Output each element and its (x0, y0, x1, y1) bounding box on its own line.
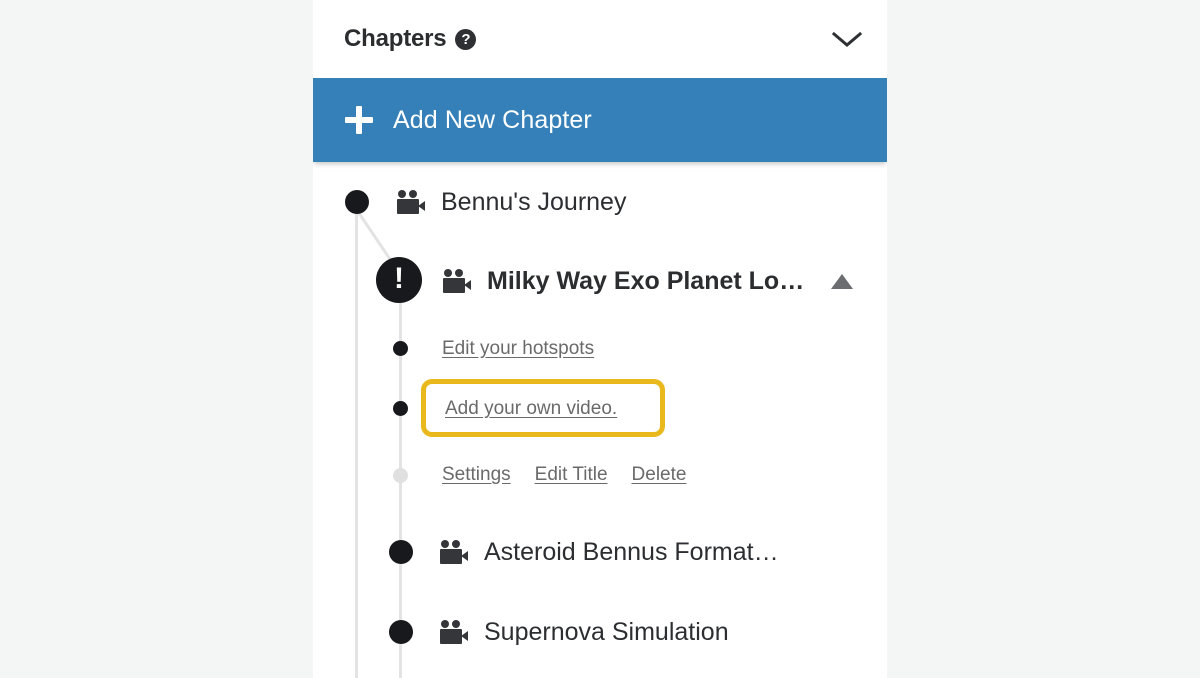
video-camera-icon (440, 620, 469, 644)
plus-icon (345, 106, 373, 134)
chapter-row-supernova-simulation[interactable]: Supernova Simulation (440, 617, 729, 646)
chapter-title: Asteroid Bennus Format… (484, 537, 779, 566)
settings-link[interactable]: Settings (442, 464, 511, 486)
chapter-marker-dot[interactable] (389, 620, 413, 644)
page-title: Chapters (344, 25, 447, 52)
sub-link-marker-dot (393, 341, 408, 356)
sub-link-label: Add your own video. (445, 398, 618, 419)
sub-link-add-your-own-video[interactable]: Add your own video. (445, 397, 617, 421)
sub-link-label: Edit your hotspots (442, 338, 595, 359)
chapters-panel: Chapters ? Add New Chapter Bennu's Journ… (313, 0, 887, 678)
panel-header-title-group: Chapters ? (344, 25, 477, 53)
panel-header: Chapters ? (313, 0, 887, 78)
chapter-title: Milky Way Exo Planet Lo… (487, 266, 805, 295)
chapter-tree: Bennu's Journey ! Milky Way Exo Planet L… (313, 162, 887, 678)
video-camera-icon (443, 269, 472, 293)
edit-title-link[interactable]: Edit Title (535, 464, 608, 486)
video-camera-icon (440, 540, 469, 564)
triangle-up-icon[interactable] (831, 274, 853, 289)
chapter-marker-dot[interactable] (345, 190, 369, 214)
chapter-row-asteroid-bennus[interactable]: Asteroid Bennus Format… (440, 537, 779, 566)
exclamation-icon: ! (394, 261, 404, 295)
add-new-chapter-button[interactable]: Add New Chapter (313, 78, 887, 162)
video-camera-icon (397, 190, 426, 214)
chapter-title: Bennu's Journey (441, 187, 627, 216)
sub-link-marker-dot (393, 401, 408, 416)
delete-link[interactable]: Delete (632, 464, 687, 486)
question-mark-icon[interactable]: ? (455, 28, 477, 50)
chapter-row-milky-way[interactable]: Milky Way Exo Planet Lo… (443, 266, 805, 295)
chapter-marker-dot[interactable] (389, 540, 413, 564)
chapter-alert-badge[interactable]: ! (376, 257, 422, 303)
sub-link-edit-hotspots[interactable]: Edit your hotspots (442, 337, 594, 361)
chapter-title: Supernova Simulation (484, 617, 729, 646)
chapter-action-links: Settings Edit Title Delete (442, 463, 686, 487)
add-new-chapter-label: Add New Chapter (393, 105, 592, 134)
action-row-marker-dot (393, 468, 408, 483)
chapter-row-bennus-journey[interactable]: Bennu's Journey (397, 187, 627, 216)
chevron-down-icon[interactable] (830, 27, 864, 51)
